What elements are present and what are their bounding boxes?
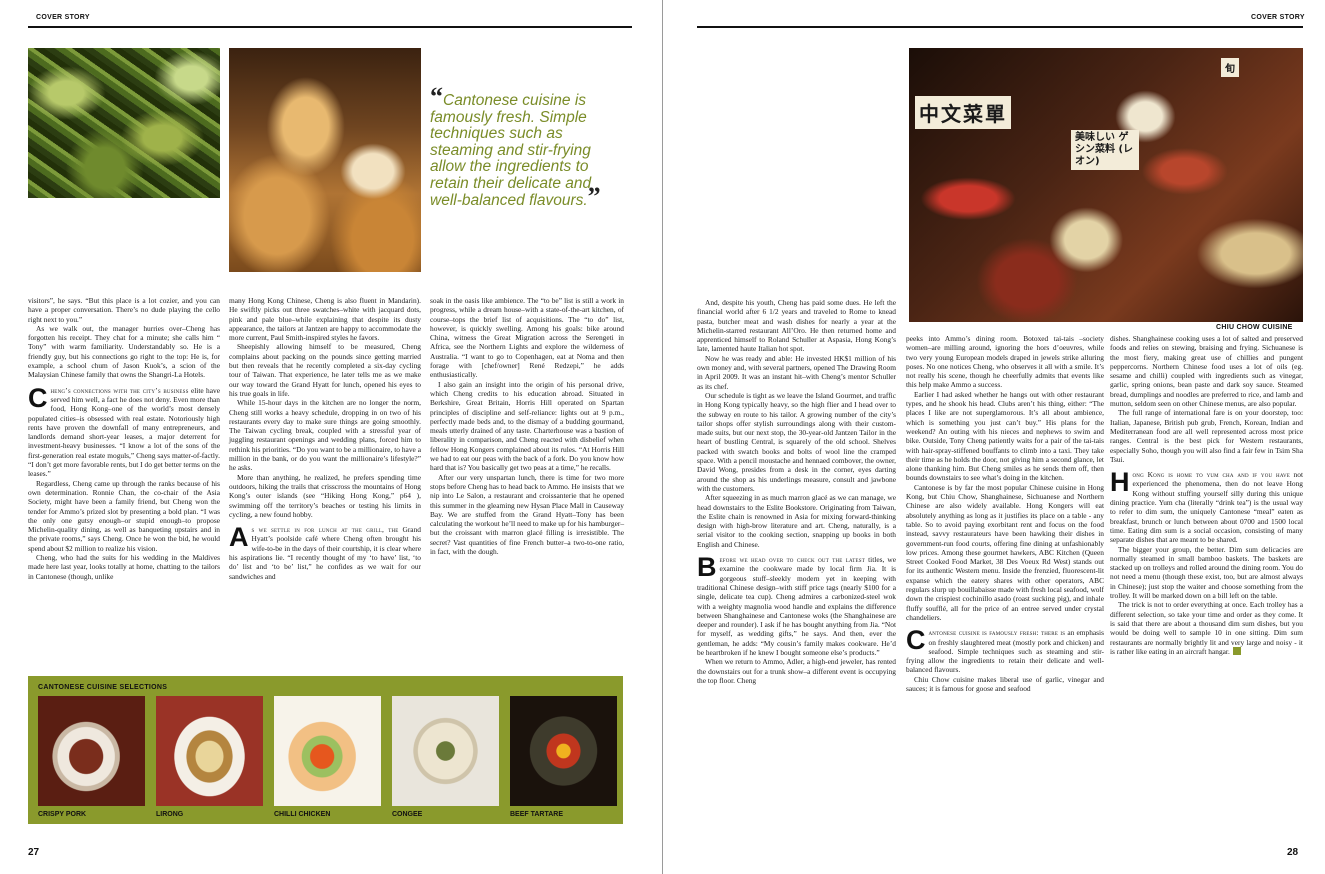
section-text: not experienced the phenomena, then do n… <box>1110 470 1303 545</box>
paragraph: Regardless, Cheng came up through the ra… <box>28 478 220 553</box>
dish-label: LIRONG <box>156 811 184 818</box>
section-lead: antonese cuisine is famously fresh: ther… <box>928 628 1066 638</box>
section-paragraph: Cheng’s connections with the city’s busi… <box>28 382 220 479</box>
dish-label: CHILLI CHICKEN <box>274 811 331 818</box>
section-text: Grand Hyatt’s poolside café where Cheng … <box>229 525 421 581</box>
header-rule <box>28 26 632 28</box>
section-lead: efore we head over to check out the late… <box>719 555 866 565</box>
paragraph: After our very unspartan lunch, there is… <box>430 472 625 557</box>
end-of-article-mark <box>1232 646 1241 655</box>
paragraph: I also gain an insight into the origin o… <box>430 379 624 473</box>
right-page: COVER STORY 中文菜單 美味しい ゲシン菜料 (レオン) 旬 CHIU… <box>663 0 1325 874</box>
paragraph: While 15-hour days in the kitchen are no… <box>229 398 421 473</box>
paragraph: Now he was ready and able: He invested H… <box>697 353 896 391</box>
dish-label: BEEF TARTARE <box>510 811 564 818</box>
menu-sign: 旬 <box>1221 58 1239 77</box>
page-number: 27 <box>28 847 40 858</box>
dim-sum-baskets-photo <box>229 48 421 272</box>
paragraph-text: The trick is not to order everything at … <box>1110 600 1303 656</box>
paragraph: Cheng, who had the suits for his wedding… <box>28 553 220 581</box>
paragraph: As we walk out, the manager hurries over… <box>28 323 220 380</box>
left-page: COVER STORY “Cantonese cuisine is famous… <box>0 0 662 874</box>
crispy-pork-photo: CRISPY PORK <box>38 696 145 818</box>
drop-cap: B <box>697 552 717 583</box>
lirong-photo: LIRONG <box>156 696 263 818</box>
section-lead: ong Kong is home to yum cha and if you h… <box>1132 470 1291 480</box>
section-paragraph: Before we head over to check out the lat… <box>697 552 897 657</box>
paragraph: visitors”, he says. “But this place is a… <box>28 296 220 324</box>
cantonese-selections-panel: CANTONESE CUISINE SELECTIONS CRISPY PORK… <box>28 676 623 824</box>
drop-cap: H <box>1110 467 1130 498</box>
paragraph: Chiu Chow cuisine makes liberal use of g… <box>906 674 1104 693</box>
menu-sign: 美味しい ゲシン菜料 (レオン) <box>1071 130 1139 170</box>
paragraph: soak in the oasis like ambience. The “to… <box>430 296 624 380</box>
paragraph: many Hong Kong Chinese, Cheng is also fl… <box>229 296 421 343</box>
article-column-1: visitors”, he says. “But this place is a… <box>28 296 220 581</box>
section-paragraph: Cantonese cuisine is famously fresh: the… <box>906 625 1104 675</box>
article-column-3: soak in the oasis like ambience. The “to… <box>430 296 624 556</box>
section-text: titles, we examine the cookware made by … <box>697 555 897 657</box>
pull-quote-text: Cantonese cuisine is famously fresh. Sim… <box>430 92 592 209</box>
paragraph: dishes. Shanghainese cooking uses a lot … <box>1110 334 1303 409</box>
section-lead: heng’s connections with the city’s busin… <box>50 385 189 395</box>
dish-label: CRISPY PORK <box>38 811 87 818</box>
paragraph: More than anything, he realized, he pref… <box>229 472 421 519</box>
greens-photo <box>28 48 220 198</box>
congee-photo: CONGEE <box>392 696 499 818</box>
article-column-2: many Hong Kong Chinese, Cheng is also fl… <box>229 296 421 581</box>
paragraph: The bigger your group, the better. Dim s… <box>1110 544 1303 601</box>
section-lead: s we settle in for lunch at the grill, t… <box>251 525 399 535</box>
selections-title: CANTONESE CUISINE SELECTIONS <box>38 684 168 691</box>
pull-quote: “Cantonese cuisine is famously fresh. Si… <box>430 84 626 211</box>
section-paragraph: As we settle in for lunch at the grill, … <box>229 522 421 581</box>
page-number: 28 <box>1287 847 1299 858</box>
article-column-3: dishes. Shanghainese cooking uses a lot … <box>1110 334 1303 656</box>
paragraph: And, despite his youth, Cheng has paid s… <box>697 298 896 354</box>
drop-cap: C <box>906 625 926 656</box>
pull-quote-close-mark: ” <box>587 182 601 211</box>
beef-tartare-photo: BEEF TARTARE <box>510 696 617 818</box>
article-column-1: And, despite his youth, Cheng has paid s… <box>697 298 896 685</box>
paragraph: Earlier I had asked whether he hangs out… <box>906 389 1104 483</box>
pull-quote-open-mark: “ <box>430 82 443 111</box>
section-paragraph: Hong Kong is home to yum cha and if you … <box>1110 467 1303 545</box>
menu-sign: 中文菜單 <box>915 96 1011 129</box>
paragraph: Our schedule is tight as we leave the Is… <box>697 390 896 493</box>
article-column-2: peeks into Ammo’s dining room. Botoxed t… <box>906 334 1104 693</box>
paragraph: When we return to Ammo, Adler, a high-en… <box>697 657 896 685</box>
photo-caption: CHIU CHOW CUISINE <box>1216 324 1293 331</box>
chilli-chicken-photo: CHILLI CHICKEN <box>274 696 381 818</box>
drop-cap: A <box>229 522 249 553</box>
paragraph: After squeezing in as much marron glacé … <box>697 493 896 549</box>
paragraph: The trick is not to order everything at … <box>1110 600 1303 656</box>
section-text: elite have served him well, a fact he do… <box>28 385 220 479</box>
paragraph: The full range of international fare is … <box>1110 408 1303 464</box>
paragraph: peeks into Ammo’s dining room. Botoxed t… <box>906 334 1104 390</box>
header-rule <box>697 26 1303 28</box>
dish-label: CONGEE <box>392 811 423 818</box>
section-header: COVER STORY <box>36 14 90 21</box>
paragraph: Sheepishly allowing himself to be measur… <box>229 342 421 398</box>
chiu-chow-food-photo: 中文菜單 美味しい ゲシン菜料 (レオン) 旬 <box>909 48 1303 322</box>
paragraph: Cantonese is by far the most popular Chi… <box>906 482 1104 622</box>
section-header: COVER STORY <box>1251 14 1305 21</box>
drop-cap: C <box>28 382 48 413</box>
